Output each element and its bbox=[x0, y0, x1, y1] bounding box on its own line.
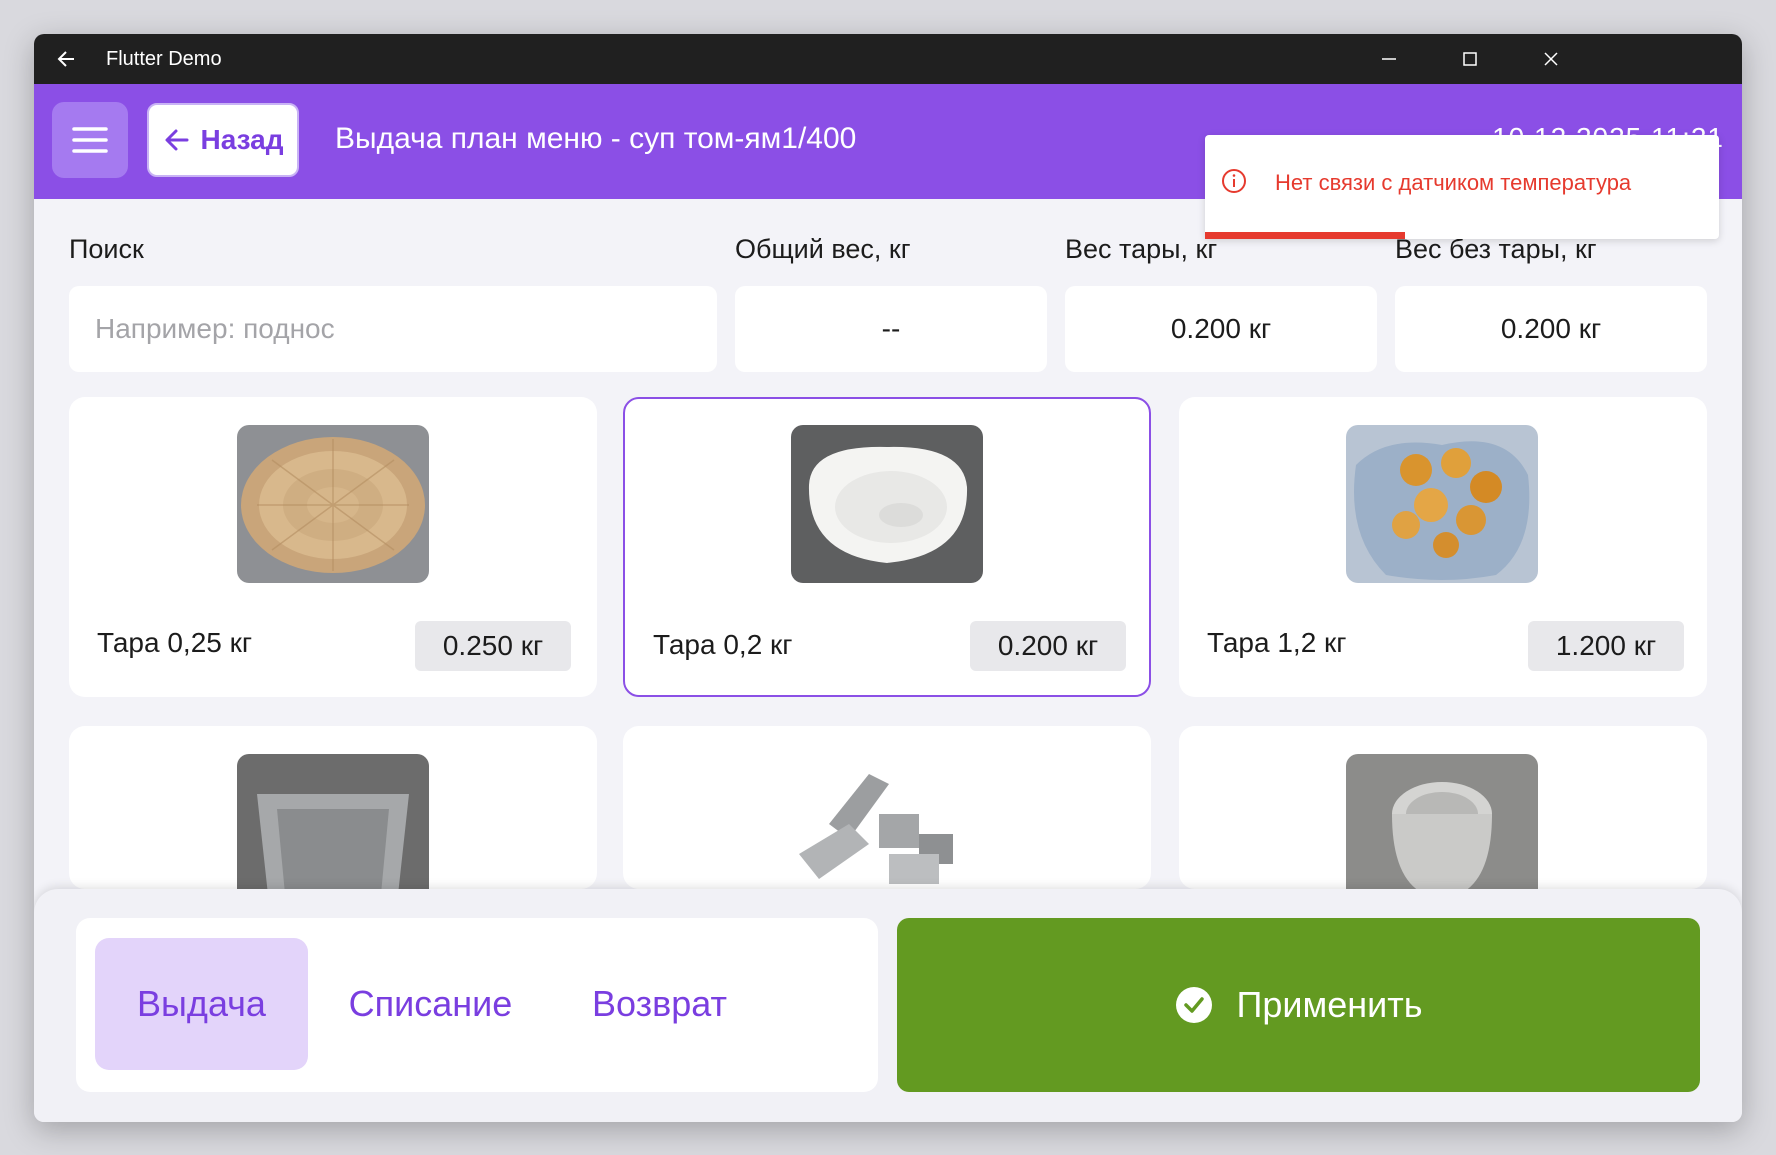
tare-weight-chip: 0.250 кг bbox=[415, 621, 571, 671]
tare-weight-chip: 1.200 кг bbox=[1528, 621, 1684, 671]
toast-progress-bar bbox=[1205, 232, 1405, 239]
search-placeholder: Например: поднос bbox=[95, 313, 335, 344]
tare-card[interactable]: Тара 1,2 кг 1.200 кг bbox=[1179, 397, 1707, 697]
tab-issue[interactable]: Выдача bbox=[95, 938, 308, 1070]
bottom-action-panel: Выдача Списание Возврат Применить bbox=[34, 889, 1742, 1122]
menu-button[interactable] bbox=[52, 102, 128, 178]
search-input[interactable]: Например: поднос bbox=[69, 286, 717, 372]
gastronorm-containers-image bbox=[789, 754, 981, 889]
close-icon[interactable] bbox=[1536, 44, 1566, 74]
total-weight-value: -- bbox=[881, 313, 901, 344]
maximize-icon[interactable] bbox=[1455, 44, 1485, 74]
glass-dish-cookies-image bbox=[1346, 425, 1538, 583]
search-label: Поиск bbox=[69, 234, 144, 264]
white-bowl-image bbox=[791, 425, 983, 583]
tare-weight-field: 0.200 кг bbox=[1065, 286, 1377, 372]
back-button[interactable]: Назад bbox=[147, 103, 299, 177]
hamburger-icon bbox=[72, 127, 108, 153]
arrow-left-icon bbox=[165, 129, 189, 151]
check-circle-icon bbox=[1176, 987, 1213, 1023]
titlebar-back-icon[interactable] bbox=[52, 44, 82, 74]
steel-bowl-image bbox=[1346, 754, 1538, 889]
page-title: Выдача план меню - суп том-ям1/400 bbox=[335, 122, 857, 155]
mode-segmented-control: Выдача Списание Возврат bbox=[76, 918, 878, 1092]
toast-message: Нет связи с датчиком температура bbox=[1275, 170, 1632, 195]
tare-card[interactable] bbox=[623, 726, 1151, 889]
minimize-icon[interactable] bbox=[1374, 44, 1404, 74]
net-weight-value: 0.200 кг bbox=[1500, 313, 1602, 344]
tare-weight-chip: 0.200 кг bbox=[970, 621, 1126, 671]
tare-weight-value: 0.200 кг bbox=[1170, 313, 1272, 344]
tare-card-selected[interactable]: Тара 0,2 кг 0.200 кг bbox=[623, 397, 1151, 697]
total-weight-label: Общий вес, кг bbox=[735, 234, 911, 264]
tare-name: Тара 1,2 кг bbox=[1207, 627, 1347, 658]
apply-button[interactable]: Применить bbox=[897, 918, 1700, 1092]
title-bar: Flutter Demo bbox=[34, 34, 1742, 84]
total-weight-field: -- bbox=[735, 286, 1047, 372]
info-circle-icon bbox=[1222, 169, 1246, 193]
wicker-basket-image bbox=[237, 425, 429, 583]
tare-weight-label: Вес тары, кг bbox=[1065, 234, 1218, 264]
tare-name: Тара 0,25 кг bbox=[97, 627, 253, 658]
tab-writeoff[interactable]: Списание bbox=[324, 938, 537, 1070]
tare-card[interactable] bbox=[1179, 726, 1707, 889]
tab-return[interactable]: Возврат bbox=[553, 938, 766, 1070]
apply-label: Применить bbox=[1236, 984, 1423, 1025]
error-toast: Нет связи с датчиком температура bbox=[1205, 135, 1719, 239]
app-window: Flutter Demo Назад Выдача план меню - су… bbox=[34, 34, 1742, 1122]
steel-pan-image bbox=[237, 754, 429, 889]
tare-card[interactable] bbox=[69, 726, 597, 889]
window-title: Flutter Demo bbox=[106, 48, 222, 70]
tare-name: Тара 0,2 кг bbox=[653, 629, 793, 660]
tare-card[interactable]: Тара 0,25 кг 0.250 кг bbox=[69, 397, 597, 697]
back-label: Назад bbox=[200, 124, 284, 155]
net-weight-field: 0.200 кг bbox=[1395, 286, 1707, 372]
